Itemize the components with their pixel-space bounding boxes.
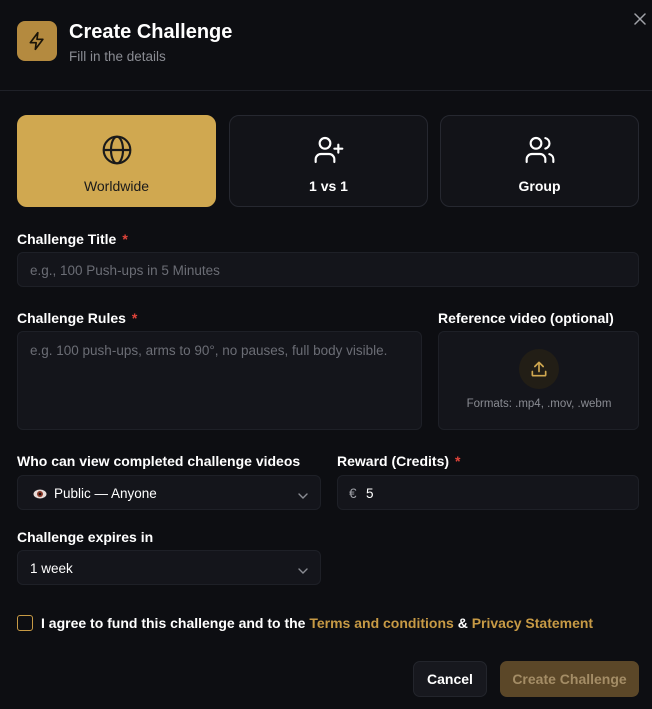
type-card-label: Worldwide bbox=[83, 178, 150, 194]
create-challenge-button[interactable]: Create Challenge bbox=[500, 661, 639, 697]
type-card-label: Group bbox=[518, 178, 561, 194]
agreement-text: I agree to fund this challenge and to th… bbox=[41, 615, 594, 631]
challenge-rules-placeholder: e.g. 100 push-ups, arms to 90°, no pause… bbox=[30, 343, 388, 358]
challenge-rules-textarea[interactable]: e.g. 100 push-ups, arms to 90°, no pause… bbox=[17, 331, 422, 430]
video-formats-text: Formats: .mp4, .mov, .webm bbox=[466, 398, 612, 410]
expires-select[interactable]: 1 week bbox=[17, 550, 321, 585]
visibility-select[interactable]: Public — Anyone bbox=[17, 475, 321, 510]
terms-link[interactable]: Terms and conditions bbox=[309, 615, 453, 631]
challenge-title-placeholder: e.g., 100 Push-ups in 5 Minutes bbox=[30, 263, 220, 278]
dialog-title: Create Challenge bbox=[69, 21, 233, 43]
lightning-icon bbox=[17, 21, 57, 61]
reward-value: 5 bbox=[366, 486, 374, 501]
globe-icon bbox=[101, 134, 133, 166]
close-icon[interactable] bbox=[631, 10, 649, 28]
type-card-label: 1 vs 1 bbox=[309, 178, 348, 194]
expires-value: 1 week bbox=[30, 561, 73, 576]
reference-video-label: Reference video (optional) bbox=[438, 310, 614, 326]
dialog-header: Create Challenge Fill in the details bbox=[0, 0, 652, 91]
chevron-down-icon bbox=[298, 488, 308, 506]
currency-symbol: € bbox=[349, 486, 357, 501]
challenge-rules-label: Challenge Rules * bbox=[17, 310, 138, 326]
reward-input[interactable]: € 5 bbox=[337, 475, 639, 510]
required-mark: * bbox=[455, 453, 461, 469]
users-icon bbox=[524, 134, 556, 166]
challenge-title-input[interactable]: e.g., 100 Push-ups in 5 Minutes bbox=[17, 252, 639, 287]
visibility-label: Who can view completed challenge videos bbox=[17, 453, 301, 469]
expires-label: Challenge expires in bbox=[17, 529, 154, 545]
required-mark: * bbox=[131, 310, 138, 326]
upload-icon[interactable] bbox=[519, 349, 559, 389]
type-card-worldwide[interactable]: Worldwide bbox=[17, 115, 216, 207]
type-card-1vs1[interactable]: 1 vs 1 bbox=[229, 115, 428, 207]
chevron-down-icon bbox=[298, 563, 308, 581]
user-plus-icon bbox=[313, 134, 345, 166]
challenge-title-label: Challenge Title * bbox=[17, 231, 128, 247]
eye-icon bbox=[33, 487, 47, 505]
cancel-button[interactable]: Cancel bbox=[413, 661, 487, 697]
reference-video-dropzone[interactable]: Formats: .mp4, .mov, .webm bbox=[438, 331, 639, 430]
privacy-link[interactable]: Privacy Statement bbox=[472, 615, 593, 631]
required-mark: * bbox=[122, 231, 128, 247]
type-card-group[interactable]: Group bbox=[440, 115, 639, 207]
dialog-subtitle: Fill in the details bbox=[69, 49, 166, 64]
visibility-value: Public — Anyone bbox=[54, 486, 157, 501]
reward-label: Reward (Credits) * bbox=[337, 453, 461, 469]
agree-checkbox[interactable] bbox=[17, 615, 33, 631]
